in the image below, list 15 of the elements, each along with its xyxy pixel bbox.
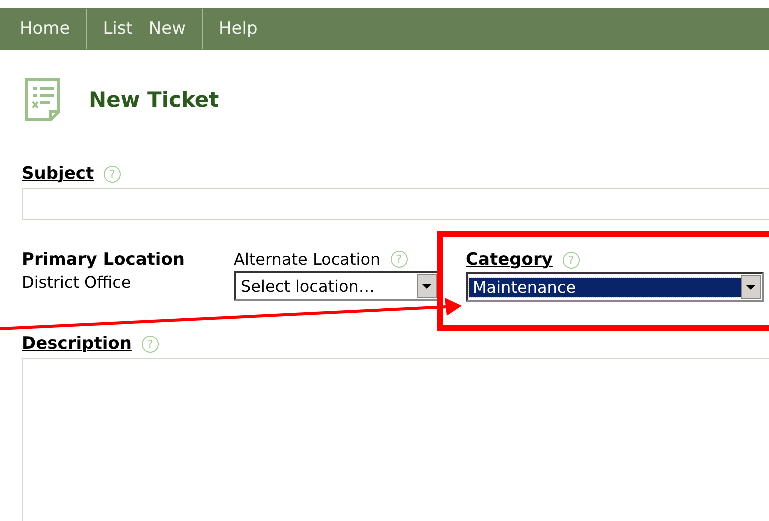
- field-label: Alternate Location: [234, 250, 381, 269]
- field-label: Description: [22, 334, 132, 354]
- subject-field[interactable]: [22, 188, 769, 220]
- nav-link[interactable]: Home: [20, 19, 70, 39]
- field-label: Category: [466, 250, 553, 270]
- page-title: New Ticket: [89, 88, 220, 112]
- nav-link[interactable]: Help: [219, 19, 258, 39]
- field-label: Subject: [22, 164, 94, 184]
- nav-link[interactable]: List: [103, 19, 133, 39]
- category-dropdown[interactable]: Maintenance: [466, 272, 764, 302]
- nav-link[interactable]: New: [148, 19, 186, 39]
- location-dropdown[interactable]: Select location…: [234, 271, 440, 301]
- field-label: Primary Location: [22, 250, 186, 270]
- description-field[interactable]: [22, 358, 769, 521]
- field-value: District Office: [22, 273, 132, 292]
